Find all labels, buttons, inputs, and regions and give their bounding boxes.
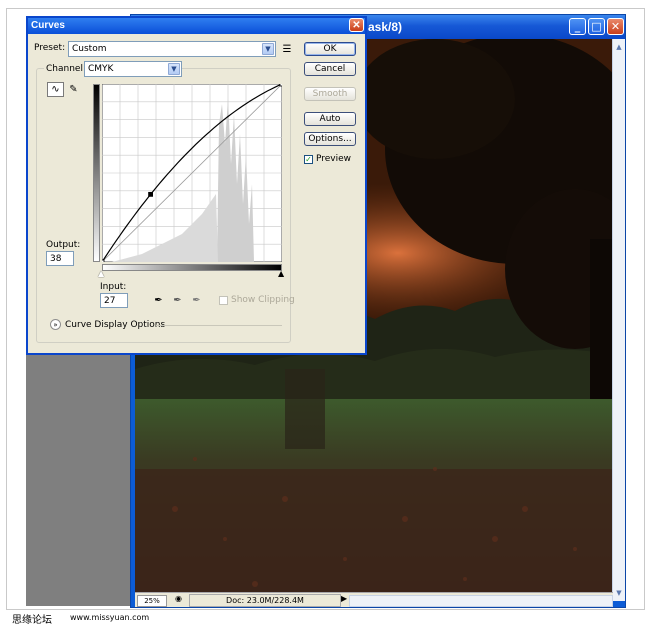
- output-field[interactable]: 38: [46, 251, 74, 266]
- channel-label: Channel:: [44, 64, 88, 74]
- chevron-down-icon: »: [53, 320, 58, 329]
- scroll-up-icon[interactable]: ▲: [614, 41, 624, 53]
- curve-control-point[interactable]: [102, 259, 105, 262]
- pencil-icon: ✎: [69, 84, 78, 95]
- preview-label: Preview: [316, 154, 352, 164]
- show-clipping-label: Show Clipping: [231, 295, 295, 305]
- pencil-tool[interactable]: ✎: [65, 82, 82, 97]
- minimize-button[interactable]: _: [569, 18, 586, 35]
- channel-dropdown[interactable]: CMYK ▼: [84, 61, 182, 77]
- input-field[interactable]: 27: [100, 293, 128, 308]
- maximize-button[interactable]: □: [588, 18, 605, 35]
- white-eyedropper-icon[interactable]: ✒: [188, 293, 205, 308]
- zoom-field[interactable]: 25%: [137, 595, 167, 607]
- close-window-button[interactable]: ✕: [607, 18, 624, 35]
- curve-display-options-toggle[interactable]: »: [50, 319, 61, 330]
- preset-dropdown[interactable]: Custom ▼: [68, 41, 276, 57]
- document-statusbar: 25% ◉ Doc: 23.0M/228.4M ▶: [135, 592, 613, 607]
- watermark-right: www.missyuan.com: [70, 613, 150, 622]
- maximize-icon: □: [591, 20, 602, 33]
- curve-tool-icon: ∿: [51, 84, 60, 95]
- output-label: Output:: [46, 240, 81, 250]
- input-label: Input:: [100, 282, 127, 292]
- document-title: ask/8): [368, 20, 403, 34]
- ok-button[interactable]: OK: [304, 42, 356, 56]
- auto-button[interactable]: Auto: [304, 112, 356, 126]
- status-menu-arrow-icon[interactable]: ▶: [341, 594, 347, 603]
- curve-display-options-label: Curve Display Options: [65, 320, 166, 330]
- cancel-button[interactable]: Cancel: [304, 62, 356, 76]
- curve-control-point[interactable]: [148, 191, 153, 197]
- scroll-down-icon[interactable]: ▼: [614, 587, 624, 599]
- curves-close-button[interactable]: ✕: [349, 18, 364, 32]
- preset-label: Preset:: [34, 43, 66, 53]
- curves-titlebar[interactable]: Curves ✕: [28, 18, 365, 34]
- black-eyedropper-icon[interactable]: ✒: [150, 293, 167, 308]
- black-point-slider-icon[interactable]: ▲: [278, 269, 284, 278]
- channel-value: CMYK: [88, 64, 114, 74]
- curves-dialog: Curves ✕ Preset: Custom ▼ ☰ OK Cancel Sm…: [26, 16, 367, 355]
- curves-graph[interactable]: [102, 84, 282, 262]
- close-icon: ✕: [352, 19, 361, 31]
- curves-title: Curves: [31, 20, 65, 31]
- smooth-button[interactable]: Smooth: [304, 87, 356, 101]
- white-point-slider-icon[interactable]: ▲: [98, 269, 104, 278]
- watermark-left: 思缘论坛: [12, 615, 52, 626]
- curve-point-tool[interactable]: ∿: [47, 82, 64, 97]
- vertical-scrollbar[interactable]: ▲ ▼: [612, 39, 625, 601]
- doc-info[interactable]: Doc: 23.0M/228.4M: [189, 594, 341, 607]
- close-icon: ✕: [610, 20, 621, 33]
- show-clipping-checkbox[interactable]: [219, 296, 228, 305]
- options-button[interactable]: Options...: [304, 132, 356, 146]
- divider: [156, 325, 282, 326]
- minimize-icon: _: [574, 20, 581, 33]
- workspace-background: [26, 350, 132, 606]
- horizontal-scrollbar[interactable]: [349, 595, 613, 607]
- input-gradient-bar: [102, 264, 282, 271]
- preset-options-icon[interactable]: ☰: [280, 42, 294, 57]
- gray-eyedropper-icon[interactable]: ✒: [169, 293, 186, 308]
- preview-checkbox[interactable]: ✓: [304, 155, 313, 164]
- output-gradient-bar: [93, 84, 100, 262]
- chevron-down-icon: ▼: [262, 43, 274, 55]
- chevron-down-icon: ▼: [168, 63, 180, 75]
- preset-value: Custom: [72, 44, 107, 54]
- status-nav-icon[interactable]: ◉: [175, 594, 182, 603]
- curve-control-point[interactable]: [279, 84, 282, 87]
